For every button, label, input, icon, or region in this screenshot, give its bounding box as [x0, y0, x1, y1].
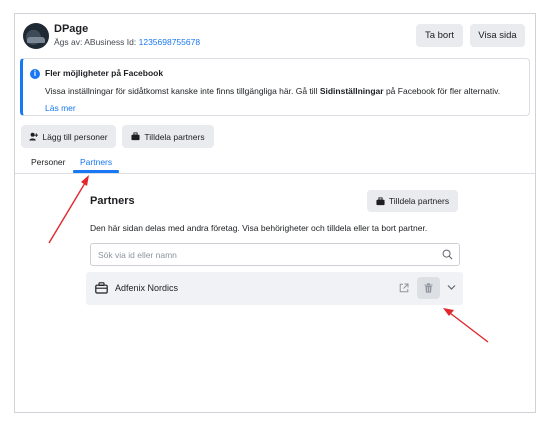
page-name: DPage	[54, 23, 89, 35]
remove-partner-button[interactable]	[417, 277, 440, 299]
partner-row[interactable]: Adfenix Nordics	[86, 272, 463, 305]
briefcase-icon	[376, 196, 385, 205]
assign-partners-section-label: Tilldela partners	[388, 196, 450, 206]
partners-section-title: Partners	[90, 195, 135, 207]
add-people-button[interactable]: Lägg till personer	[21, 125, 116, 148]
partners-description: Den här sidan delas med andra företag. V…	[90, 223, 428, 233]
partner-name: Adfenix Nordics	[115, 283, 179, 293]
chevron-down-icon[interactable]	[447, 284, 456, 291]
assign-partners-label: Tilldela partners	[144, 131, 205, 142]
remove-button[interactable]: Ta bort	[416, 24, 463, 47]
info-banner: i Fler möjligheter på Facebook Vissa ins…	[20, 58, 530, 116]
page-owner-line: Ägs av: ABusiness Id: 1235698755678	[54, 37, 200, 47]
briefcase-icon	[95, 282, 108, 294]
view-page-button[interactable]: Visa sida	[470, 24, 525, 47]
owner-text: Ägs av: ABusiness	[54, 37, 125, 47]
partner-search	[90, 243, 460, 266]
page-settings-link-text: Sidinställningar	[319, 86, 384, 96]
briefcase-icon	[131, 132, 140, 141]
banner-body-end: på Facebook för fler alternativ.	[383, 86, 501, 96]
tab-partners[interactable]: Partners	[80, 157, 112, 167]
info-icon: i	[30, 69, 40, 79]
person-icon	[29, 132, 39, 141]
tab-people[interactable]: Personer	[31, 157, 66, 167]
trash-icon	[424, 283, 433, 293]
id-value: 1235698755678	[138, 37, 201, 47]
annotation-arrow-trash	[443, 308, 489, 343]
open-external-icon[interactable]	[399, 283, 409, 293]
tab-divider	[15, 173, 535, 174]
search-icon	[442, 249, 453, 260]
assign-partners-section-button[interactable]: Tilldela partners	[367, 190, 458, 212]
partner-search-input[interactable]	[98, 248, 428, 262]
banner-body: Vissa inställningar för sidåtkomst kansk…	[45, 86, 500, 96]
add-people-label: Lägg till personer	[42, 131, 108, 142]
read-more-link[interactable]: Läs mer	[45, 103, 76, 113]
page-access-panel: DPage Ägs av: ABusiness Id: 123569875567…	[14, 13, 536, 413]
banner-body-start: Vissa inställningar för sidåtkomst kansk…	[45, 86, 320, 96]
annotation-arrow-tabs	[48, 175, 89, 244]
assign-partners-button[interactable]: Tilldela partners	[122, 125, 214, 148]
id-label: Id:	[126, 37, 137, 47]
banner-title: Fler möjligheter på Facebook	[45, 68, 164, 78]
page-avatar	[23, 23, 49, 49]
